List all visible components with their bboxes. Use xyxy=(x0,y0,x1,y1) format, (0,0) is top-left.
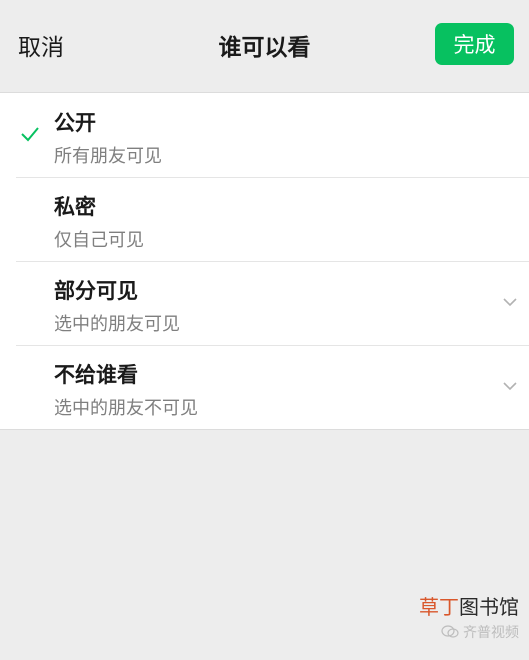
option-title: 公开 xyxy=(54,111,96,135)
chevron-down-icon xyxy=(503,382,517,391)
navigation-bar: 取消 谁可以看 完成 xyxy=(0,0,529,92)
watermark-sub: 齐普视频 xyxy=(441,622,519,642)
watermark-brand-accent: 草丁 xyxy=(419,595,459,619)
watermark-brand: 草丁图书馆 xyxy=(419,591,519,620)
option-subtitle: 所有朋友可见 xyxy=(54,146,162,167)
watermark-brand-rest: 图书馆 xyxy=(459,595,519,619)
watermark: 草丁图书馆 齐普视频 xyxy=(419,591,519,642)
option-subtitle: 选中的朋友可见 xyxy=(54,314,180,335)
watermark-sub-text: 齐普视频 xyxy=(463,625,519,641)
option-partially-visible[interactable]: 部分可见 选中的朋友可见 xyxy=(0,261,529,345)
done-button[interactable]: 完成 xyxy=(435,23,514,65)
checkmark-icon xyxy=(21,127,39,142)
chevron-down-icon xyxy=(503,298,517,307)
option-subtitle: 仅自己可见 xyxy=(54,230,144,251)
option-hide-from[interactable]: 不给谁看 选中的朋友不可见 xyxy=(0,345,529,429)
option-public[interactable]: 公开 所有朋友可见 xyxy=(0,93,529,177)
option-title: 私密 xyxy=(54,195,96,219)
option-private[interactable]: 私密 仅自己可见 xyxy=(0,177,529,261)
option-title: 部分可见 xyxy=(54,279,138,303)
option-subtitle: 选中的朋友不可见 xyxy=(54,398,198,419)
visibility-options-list: 公开 所有朋友可见 私密 仅自己可见 部分可见 选中的朋友可见 不给谁看 选中的… xyxy=(0,92,529,430)
option-title: 不给谁看 xyxy=(54,363,138,387)
wechat-logo-icon xyxy=(441,625,459,638)
